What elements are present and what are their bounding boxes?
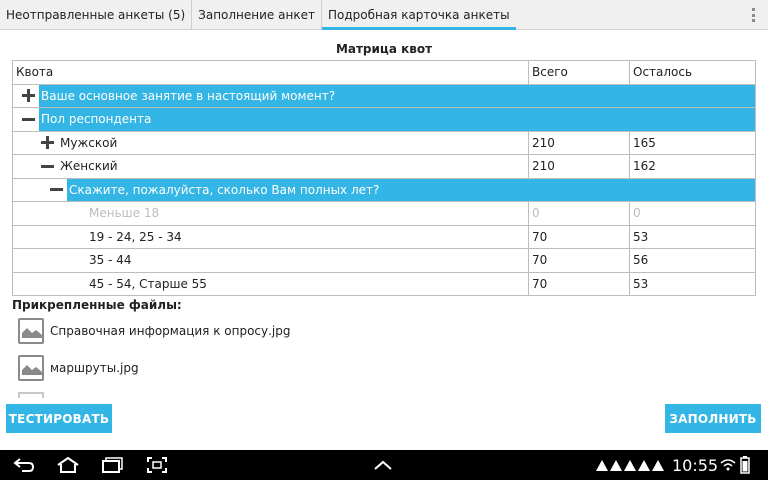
row-left: 53 (629, 271, 756, 296)
attachment-item[interactable]: маршруты.jpg (18, 355, 139, 381)
row-label: Меньше 18 (12, 201, 529, 226)
attachments-title: Прикрепленные файлы: (12, 298, 182, 312)
table-row-male[interactable]: Мужской 210 165 (12, 130, 756, 155)
row-total: 70 (528, 248, 630, 273)
table-row-female[interactable]: Женский 210 162 (12, 154, 756, 179)
image-file-icon (18, 355, 44, 381)
tab-unsent-surveys[interactable]: Неотправленные анкеты (5) (0, 0, 191, 29)
row-total: 210 (528, 154, 630, 179)
attachment-name: Справочная информация к опросу.jpg (50, 324, 291, 338)
row-left: 53 (629, 224, 756, 249)
row-total: 70 (528, 224, 630, 249)
warning-icon (624, 460, 636, 471)
expand-icon[interactable] (19, 87, 37, 105)
image-file-icon (18, 392, 44, 398)
notification-warning-icons[interactable] (596, 460, 664, 471)
row-left: 56 (629, 248, 756, 273)
row-left: 162 (629, 154, 756, 179)
warning-icon (596, 460, 608, 471)
warning-icon (638, 460, 650, 471)
row-label: Женский (60, 159, 118, 174)
overflow-menu-icon[interactable] (752, 8, 756, 22)
tab-fill-surveys[interactable]: Заполнение анкет (191, 0, 321, 29)
home-icon[interactable] (56, 456, 80, 474)
fill-button[interactable]: ЗАПОЛНИТЬ (665, 404, 761, 433)
image-file-icon (18, 318, 44, 344)
row-left: 0 (629, 201, 756, 226)
warning-icon (610, 460, 622, 471)
row-label: 19 - 24, 25 - 34 (12, 224, 529, 249)
attachment-item[interactable]: Справочная информация к опросу.jpg (18, 318, 291, 344)
system-navigation-bar: 10:55 (0, 450, 768, 480)
table-row-age-45-55[interactable]: 45 - 54, Старше 55 70 53 (12, 271, 756, 296)
collapse-icon[interactable] (47, 181, 65, 199)
back-icon[interactable] (12, 457, 36, 473)
tab-bar: Неотправленные анкеты (5) Заполнение анк… (0, 0, 768, 30)
collapse-icon[interactable] (19, 110, 37, 128)
expand-icon[interactable] (38, 134, 56, 152)
chevron-up-icon[interactable] (373, 459, 393, 471)
table-row-under18: Меньше 18 0 0 (12, 201, 756, 226)
section-age[interactable]: Скажите, пожалуйста, сколько Вам полных … (12, 177, 756, 202)
matrix-title: Матрица квот (335, 42, 433, 56)
test-button[interactable]: ТЕСТИРОВАТЬ (6, 404, 112, 433)
battery-icon (740, 456, 750, 474)
section-occupation[interactable]: Ваше основное занятие в настоящий момент… (12, 83, 756, 108)
row-left: 165 (629, 130, 756, 155)
section-label: Скажите, пожалуйста, сколько Вам полных … (67, 178, 755, 201)
survey-detail-panel: Матрица квот Квота Всего Осталось Ваше о… (0, 30, 768, 450)
screenshot-icon[interactable] (146, 456, 168, 474)
quota-matrix-table: Квота Всего Осталось Ваше основное занят… (12, 60, 756, 296)
row-label: Мужской (60, 135, 118, 150)
table-row-age-19-34[interactable]: 19 - 24, 25 - 34 70 53 (12, 224, 756, 249)
row-label: 45 - 54, Старше 55 (12, 271, 529, 296)
header-quota: Квота (12, 60, 529, 85)
header-total: Всего (528, 60, 630, 85)
row-total: 0 (528, 201, 630, 226)
status-clock: 10:55 (672, 456, 719, 475)
collapse-icon[interactable] (38, 157, 56, 175)
warning-icon (652, 460, 664, 471)
table-row-age-35-44[interactable]: 35 - 44 70 56 (12, 248, 756, 273)
table-header-row: Квота Всего Осталось (12, 60, 756, 85)
recent-apps-icon[interactable] (101, 456, 125, 474)
attachment-name: маршруты.jpg (50, 361, 139, 375)
row-label: 35 - 44 (12, 248, 529, 273)
wifi-icon (720, 459, 736, 471)
row-total: 70 (528, 271, 630, 296)
section-label: Пол респондента (39, 108, 755, 131)
section-label: Ваше основное занятие в настоящий момент… (39, 84, 755, 107)
section-gender[interactable]: Пол респондента (12, 107, 756, 132)
tab-survey-details[interactable]: Подробная карточка анкеты (320, 0, 516, 30)
row-total: 210 (528, 130, 630, 155)
header-left: Осталось (629, 60, 756, 85)
